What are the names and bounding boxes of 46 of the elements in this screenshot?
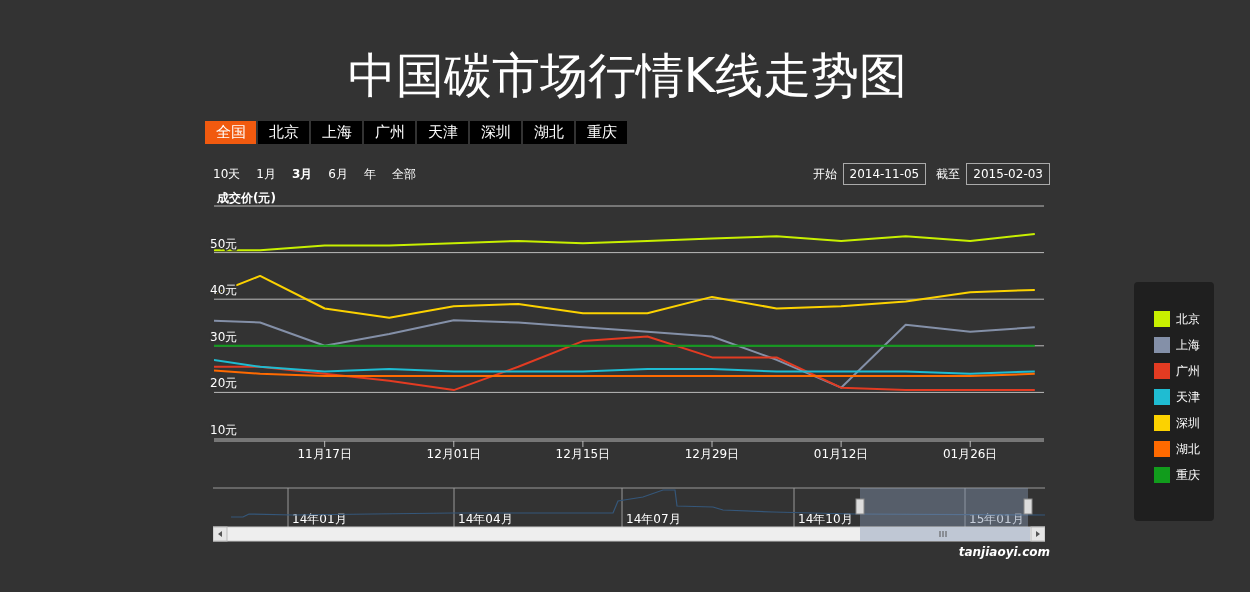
legend-label[interactable]: 北京 (1176, 310, 1200, 328)
navigator-label: 14年04月 (458, 512, 513, 526)
range-button[interactable]: 全部 (383, 165, 424, 183)
region-tab[interactable]: 北京 (258, 121, 309, 144)
legend-label[interactable]: 天津 (1176, 388, 1200, 406)
range-button[interactable]: 10天 (205, 165, 249, 183)
navigator-label: 14年07月 (626, 512, 681, 526)
start-label: 开始 (812, 166, 837, 183)
x-axis-label: 12月15日 (555, 447, 611, 461)
region-tab[interactable]: 天津 (417, 121, 468, 144)
end-label: 截至 (936, 166, 961, 183)
navigator-label: 14年01月 (292, 512, 347, 526)
region-tab[interactable]: 上海 (311, 121, 362, 144)
legend-label[interactable]: 深圳 (1176, 414, 1200, 432)
navigator-label: 15年01月 (969, 512, 1024, 526)
range-button[interactable]: 1月 (248, 165, 284, 183)
navigator-label: 14年10月 (798, 512, 853, 526)
y-axis-label: 30元 (210, 329, 238, 344)
scrollbar[interactable] (213, 526, 1045, 542)
range-button[interactable]: 6月 (320, 165, 356, 183)
region-tab[interactable]: 重庆 (576, 121, 627, 144)
navigator-selection[interactable] (860, 488, 1028, 527)
y-axis-label: 20元 (210, 376, 238, 391)
start-date-field[interactable]: 2014-11-05 (842, 163, 927, 185)
axis-title: 成交价(元) (217, 191, 276, 205)
x-axis-label: 11月17日 (297, 447, 352, 461)
y-axis-label: 10元 (210, 423, 238, 437)
x-axis-label: 01月26日 (942, 447, 998, 461)
x-axis-label: 01月12日 (813, 447, 869, 461)
range-handle[interactable] (855, 498, 865, 515)
legend-label[interactable]: 广州 (1176, 362, 1200, 380)
page-title: 中国碳市场行情K线走势图 (347, 46, 908, 105)
legend-label[interactable]: 上海 (1176, 336, 1200, 354)
range-button[interactable]: 3月 (283, 165, 321, 183)
region-tab[interactable]: 广州 (364, 121, 415, 144)
credit-text: tanjiaoyi.com (958, 544, 1050, 561)
legend-label[interactable]: 湖北 (1176, 440, 1200, 458)
y-axis-label: 50元 (210, 236, 238, 251)
x-axis-label: 12月01日 (426, 447, 482, 461)
end-date-field[interactable]: 2015-02-03 (966, 163, 1050, 185)
x-axis-label: 12月29日 (684, 447, 740, 461)
range-button[interactable]: 年 (355, 165, 384, 183)
region-tab[interactable]: 深圳 (470, 121, 521, 144)
range-handle[interactable] (1023, 498, 1033, 515)
legend-label[interactable]: 重庆 (1176, 466, 1200, 484)
region-tab[interactable]: 湖北 (523, 121, 574, 144)
